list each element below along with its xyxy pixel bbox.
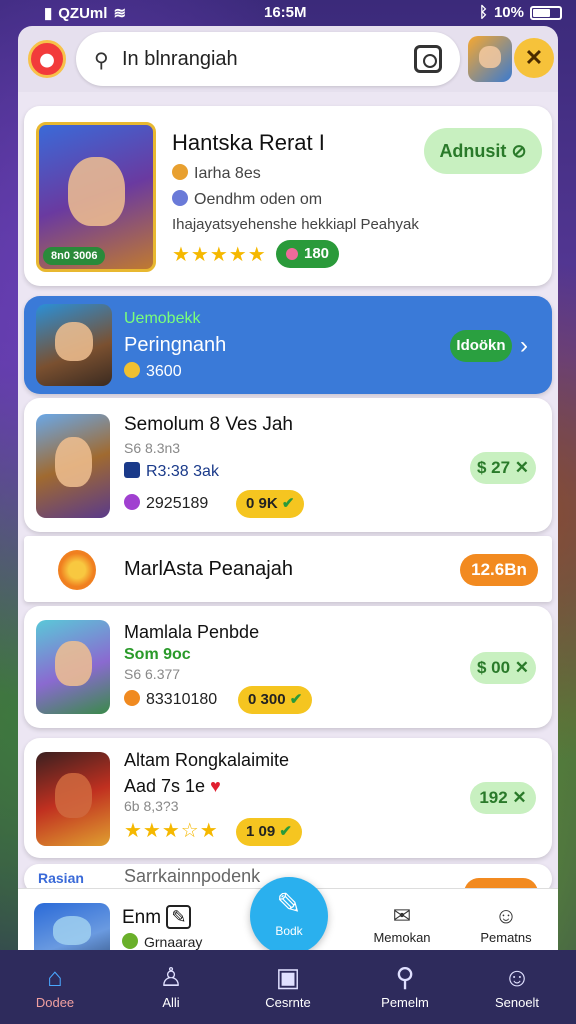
item-price-sub: S6 8.3n3 xyxy=(124,440,181,456)
item-price[interactable]: $ 00 ✕ xyxy=(470,652,536,684)
featured-card[interactable]: 8n0 3006 Hantska Rerat I Iarha 8es Oendh… xyxy=(24,106,552,286)
globe-icon xyxy=(172,190,188,206)
list-item[interactable]: Semolum 8 Ves Jah S6 8.3n3 R3:38 3ak 292… xyxy=(24,398,552,532)
nav-all[interactable]: ♙ Alli xyxy=(116,950,226,1024)
close-button[interactable]: ✕ xyxy=(514,38,554,78)
nav-search[interactable]: ⚲ Pemelm xyxy=(350,950,460,1024)
home-icon: ⌂ xyxy=(47,962,63,992)
item-price[interactable]: $ 27 ✕ xyxy=(470,452,536,484)
banner-button[interactable]: Idoökn xyxy=(450,330,512,362)
item-price[interactable]: 192 ✕ xyxy=(470,782,536,814)
item-price-sub: 6b 8,3?3 xyxy=(124,798,179,814)
bottom-action-bar: Enm ✎ Grnaaray ✎ Bodk ✉ Memokan ☺ Pematns xyxy=(18,877,558,963)
tab-memokan[interactable]: ✉ Memokan xyxy=(362,903,442,947)
heart-icon xyxy=(286,248,298,260)
profile-avatar[interactable] xyxy=(468,36,512,82)
edit-icon: ✎ xyxy=(276,888,302,921)
chat-icon: ✎ xyxy=(166,905,192,929)
item-title: Mamlala Penbde xyxy=(124,622,260,642)
featured-thumbnail: 8n0 3006 xyxy=(36,122,156,272)
rating-pill: 180 xyxy=(276,240,340,268)
banner-small-label: Uemobekk xyxy=(124,310,201,327)
check-icon: ✔ xyxy=(289,691,303,708)
item-line2: Som 9oc xyxy=(124,646,191,663)
row-price[interactable]: 12.6Bn xyxy=(460,554,538,586)
nav-create[interactable]: ▣ Cesrnte xyxy=(233,950,343,1024)
rating-stars: ★★★★★ xyxy=(172,244,267,266)
item-meta: R3:38 3ak xyxy=(146,463,219,480)
search-input[interactable] xyxy=(122,44,402,74)
item-count: 2925189 xyxy=(146,495,209,512)
trophy-icon xyxy=(58,550,96,590)
check-icon: ✔ xyxy=(281,495,295,512)
info-icon xyxy=(124,462,140,478)
list-item[interactable]: Altam Rongkalaimite Aad 7s 1e ♥ 6b 8,3?3… xyxy=(24,738,552,858)
featured-badge: 8n0 3006 xyxy=(43,247,106,265)
check-icon: ✔ xyxy=(279,823,292,840)
item-line2: Aad 7s 1e ♥ xyxy=(124,776,221,796)
chevron-right-icon: › xyxy=(520,332,528,359)
list-item[interactable]: Mamlala Penbde Som 9oc S6 6.377 83310180… xyxy=(24,606,552,728)
camera-icon[interactable] xyxy=(414,45,442,73)
item-thumbnail xyxy=(36,752,110,846)
compose-button[interactable]: ✎ Bodk xyxy=(250,877,328,955)
nav-profile[interactable]: ☺ Senoelt xyxy=(462,950,572,1024)
mini-sub: Grnaaray xyxy=(144,934,203,950)
rating-stars: ★★★☆★ xyxy=(124,820,219,842)
item-pill: 1 09 ✔ xyxy=(236,818,302,846)
search-icon: ⚲ xyxy=(395,962,415,992)
mini-title: Enm ✎ xyxy=(122,905,192,929)
banner-meta: 3600 xyxy=(146,363,182,380)
clock: 16:5M xyxy=(264,4,307,21)
search-bar[interactable]: ⚲ xyxy=(76,32,460,86)
row-title: MarlAsta Peanajah xyxy=(124,558,293,580)
square-icon: ▣ xyxy=(275,962,301,992)
featured-line2: Oendhm oden om xyxy=(194,191,323,208)
featured-line1: Iarha 8es xyxy=(194,165,261,182)
nav-home[interactable]: ⌂ Dodee xyxy=(0,950,110,1024)
item-thumbnail xyxy=(36,620,110,714)
item-title: Altam Rongkalaimite xyxy=(124,750,290,770)
carrier-label: QZUml xyxy=(58,4,108,22)
battery-icon xyxy=(530,5,562,20)
status-bar: ▮ QZUml ≋ 16:5M ᛒ 10% xyxy=(0,0,576,26)
bottom-nav: ⌂ Dodee ♙ Alli ▣ Cesrnte ⚲ Pemelm ☺ Senoelt xyxy=(0,950,576,1024)
list-panel: 8n0 3006 Hantska Rerat I Iarha 8es Oendh… xyxy=(18,92,558,894)
battery-percent: 10% xyxy=(493,4,524,21)
featured-action-button[interactable]: Adnusit ⊘ xyxy=(424,128,542,174)
item-pill: 0 300 ✔ xyxy=(238,686,313,714)
item-price-sub: S6 6.377 xyxy=(124,666,181,682)
heart-icon xyxy=(124,690,140,706)
item-title: Semolum 8 Ves Jah xyxy=(124,414,293,435)
check-icon xyxy=(122,933,138,949)
gear-icon xyxy=(124,362,140,378)
item-count: 83310180 xyxy=(146,691,218,708)
promo-banner[interactable]: Uemobekk Peringnanh 3600 Idoökn › xyxy=(24,296,552,394)
partial-title: Sarrkainnpodenk xyxy=(124,866,261,886)
app-logo-icon[interactable] xyxy=(28,40,66,78)
featured-title: Hantska Rerat I xyxy=(172,130,325,155)
heart-icon xyxy=(124,494,140,510)
signal-icon: ▮ xyxy=(44,5,53,22)
item-thumbnail xyxy=(36,414,110,518)
person-icon: ♙ xyxy=(159,962,183,992)
search-icon: ⚲ xyxy=(94,50,109,72)
check-icon: ⊘ xyxy=(511,141,527,161)
coin-icon xyxy=(172,164,188,180)
wifi-icon: ≋ xyxy=(113,5,127,22)
user-icon: ☺ xyxy=(494,903,518,928)
list-row[interactable]: MarlAsta Peanajah 12.6Bn xyxy=(24,536,552,602)
banner-thumbnail xyxy=(36,304,112,386)
item-pill: 0 9K ✔ xyxy=(236,490,305,518)
heart-icon: ♥ xyxy=(210,776,221,796)
tab-pematns[interactable]: ☺ Pematns xyxy=(466,903,546,947)
featured-line3: Ihajayatsyehenshe hekkiapl Peahyak xyxy=(172,216,419,233)
top-bar: ⚲ ✕ xyxy=(18,26,558,92)
bluetooth-icon: ᛒ xyxy=(478,4,488,21)
notification-icon: ✉ xyxy=(392,903,412,928)
banner-title: Peringnanh xyxy=(124,334,227,356)
partial-tag: Rasian xyxy=(38,870,84,886)
profile-icon: ☺ xyxy=(503,962,531,992)
